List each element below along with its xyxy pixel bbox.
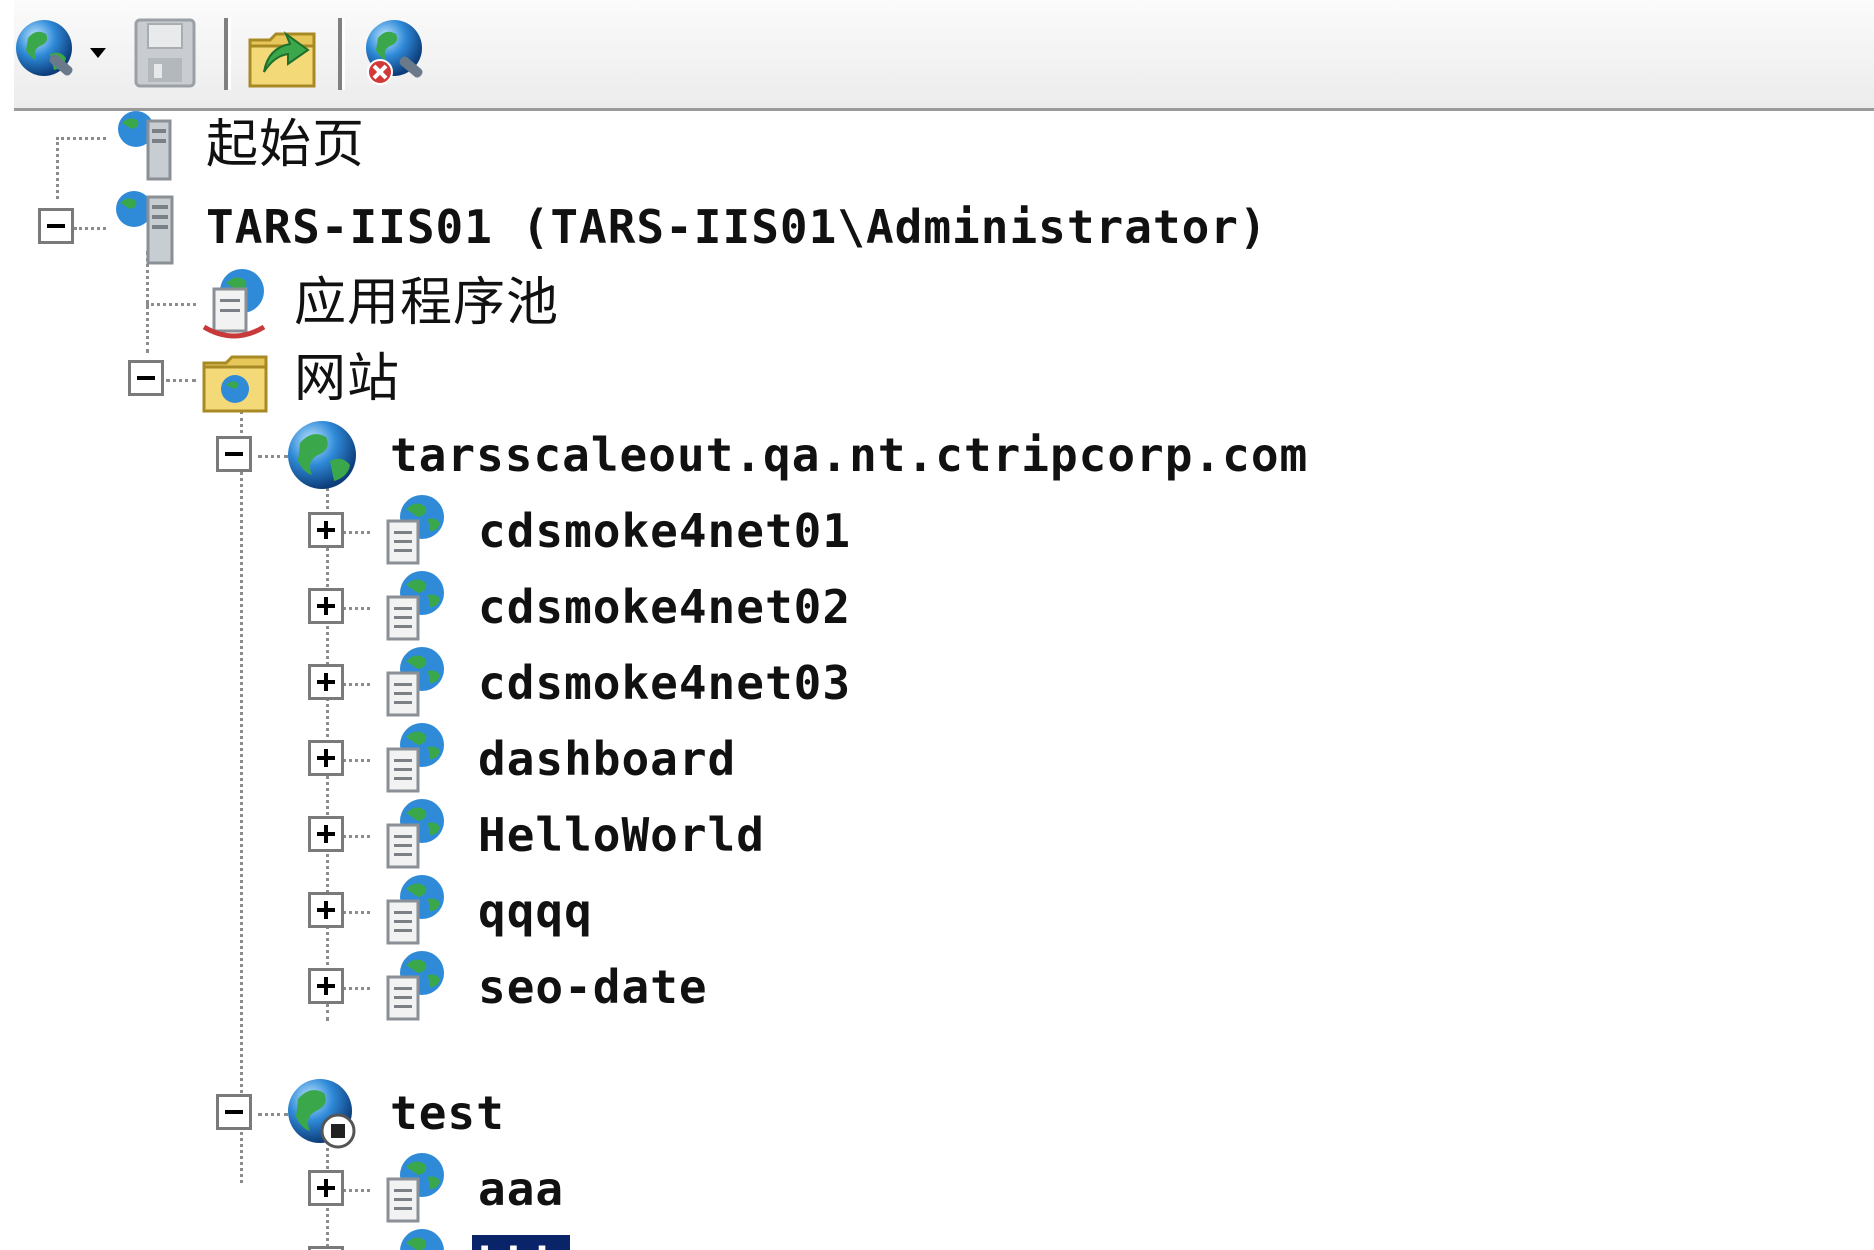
start-page-label: 起始页 [206, 115, 366, 175]
iis-manager-connections-pane: 起始页 TARS-IIS01 (TARS-IIS01\Administrator… [0, 0, 1874, 1250]
expand-toggle[interactable] [308, 588, 344, 624]
stopped-website-icon [286, 1075, 358, 1151]
connect-button[interactable] [14, 10, 106, 96]
expand-toggle[interactable] [308, 1170, 344, 1206]
tree-node-application[interactable]: cdsmoke4net02 [0, 569, 900, 645]
expand-toggle[interactable] [308, 968, 344, 1004]
application-label: cdsmoke4net03 [478, 656, 852, 710]
application-icon [376, 721, 448, 797]
application-label: aaa [478, 1162, 565, 1216]
application-icon [376, 645, 448, 721]
application-label: cdsmoke4net02 [478, 580, 852, 634]
tree-node-start-page[interactable]: 起始页 [0, 107, 600, 183]
application-icon [376, 1151, 448, 1227]
expand-toggle[interactable] [308, 1246, 344, 1250]
tree-node-sites[interactable]: 网站 [0, 341, 700, 417]
sites-folder-icon [198, 341, 270, 417]
application-label: HelloWorld [478, 808, 765, 862]
server-label: TARS-IIS01 (TARS-IIS01\Administrator) [206, 200, 1268, 254]
connections-toolbar [14, 0, 1874, 111]
tree-node-application[interactable]: seo-date [0, 949, 900, 1025]
expand-toggle[interactable] [308, 816, 344, 852]
application-icon [376, 569, 448, 645]
website-globe-icon [286, 417, 358, 493]
collapse-toggle[interactable] [38, 208, 74, 244]
expand-toggle[interactable] [308, 740, 344, 776]
sites-label: 网站 [294, 349, 401, 409]
tree-node-application[interactable]: cdsmoke4net01 [0, 493, 900, 569]
application-label: dashboard [478, 732, 737, 786]
toolbar-separator [224, 18, 231, 90]
save-icon [134, 18, 196, 88]
selected-application-label: bbb [472, 1235, 571, 1250]
tree-node-application[interactable]: cdsmoke4net03 [0, 645, 900, 721]
save-button[interactable] [132, 10, 212, 96]
tree-node-application-pools[interactable]: 应用程序池 [0, 265, 700, 341]
start-page-icon [108, 107, 180, 183]
connections-tree: 起始页 TARS-IIS01 (TARS-IIS01\Administrator… [0, 111, 1874, 1250]
toolbar-separator [338, 18, 345, 90]
tree-node-site[interactable]: tarsscaleout.qa.nt.ctripcorp.com [0, 417, 1400, 493]
site-label: tarsscaleout.qa.nt.ctripcorp.com [390, 428, 1309, 482]
site-label: test [390, 1086, 505, 1140]
tree-node-application[interactable]: bbb [0, 1227, 900, 1250]
application-pools-icon [198, 265, 270, 341]
expand-toggle[interactable] [308, 664, 344, 700]
tree-node-server[interactable]: TARS-IIS01 (TARS-IIS01\Administrator) [0, 189, 1300, 265]
up-button[interactable] [244, 10, 324, 96]
application-label: qqqq [478, 884, 593, 938]
collapse-toggle[interactable] [216, 436, 252, 472]
tree-node-application[interactable]: aaa [0, 1151, 900, 1227]
expand-toggle[interactable] [308, 512, 344, 548]
application-icon [376, 493, 448, 569]
expand-toggle[interactable] [308, 892, 344, 928]
disconnect-button[interactable] [358, 10, 438, 96]
disconnect-icon [366, 20, 423, 85]
application-pools-label: 应用程序池 [294, 273, 560, 333]
server-icon [108, 189, 180, 265]
tree-node-application[interactable]: HelloWorld [0, 797, 900, 873]
application-label: cdsmoke4net01 [478, 504, 852, 558]
application-label: seo-date [478, 960, 708, 1014]
folder-up-icon [248, 31, 316, 88]
globe-connect-icon [16, 20, 106, 76]
application-icon [376, 949, 448, 1025]
application-icon [376, 873, 448, 949]
tree-node-application[interactable]: dashboard [0, 721, 900, 797]
collapse-toggle[interactable] [128, 360, 164, 396]
application-icon [376, 1227, 448, 1250]
application-icon [376, 797, 448, 873]
tree-node-site[interactable]: test [0, 1075, 900, 1151]
tree-node-application[interactable]: qqqq [0, 873, 900, 949]
collapse-toggle[interactable] [216, 1094, 252, 1130]
